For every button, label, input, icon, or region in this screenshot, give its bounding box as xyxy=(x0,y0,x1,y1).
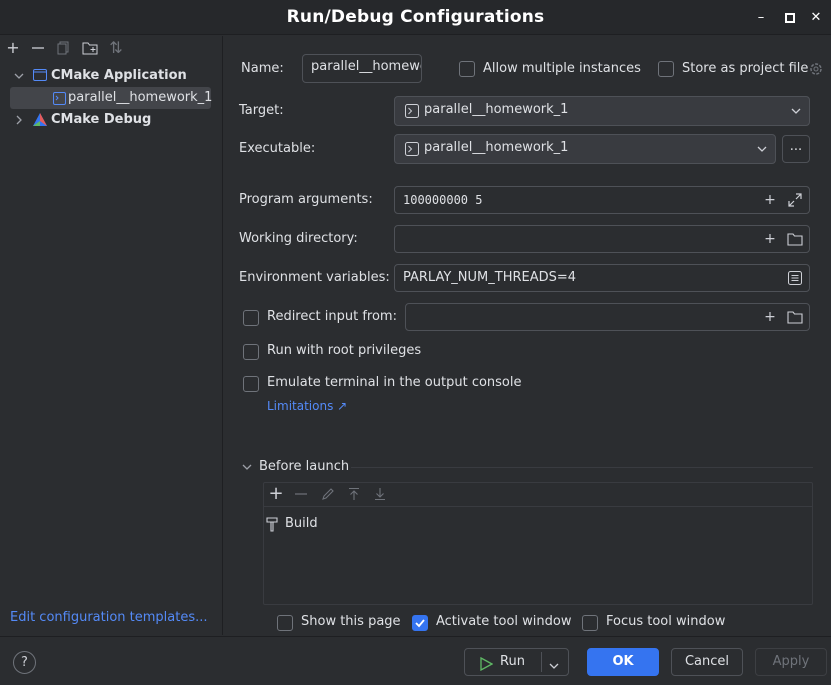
maximize-icon[interactable] xyxy=(780,8,800,28)
allow-multiple-checkbox[interactable] xyxy=(459,61,475,77)
run-label: Run xyxy=(500,654,525,669)
show-page-checkbox[interactable] xyxy=(277,615,293,631)
plus-icon[interactable]: + xyxy=(761,308,779,326)
chevron-down-icon[interactable] xyxy=(548,656,560,682)
executable-icon xyxy=(405,142,419,160)
emulate-terminal-label: Emulate terminal in the output console xyxy=(267,375,522,390)
executable-select[interactable]: parallel__homework_1 xyxy=(394,134,776,164)
executable-icon xyxy=(405,104,419,122)
program-args-value: 100000000 5 xyxy=(403,193,483,207)
hammer-icon xyxy=(266,516,280,536)
remove-config-icon[interactable] xyxy=(27,37,49,59)
minimize-icon[interactable]: – xyxy=(751,8,771,28)
redirect-label: Redirect input from: xyxy=(267,309,397,324)
activate-tool-checkbox[interactable] xyxy=(412,615,428,631)
store-project-label: Store as project file xyxy=(682,61,809,76)
window-title: Run/Debug Configurations xyxy=(286,7,545,27)
expand-icon[interactable] xyxy=(787,192,803,212)
program-args-field[interactable]: 100000000 5 + xyxy=(394,186,810,214)
move-up-icon[interactable] xyxy=(347,487,361,505)
working-dir-field[interactable]: + xyxy=(394,225,810,253)
show-page-label: Show this page xyxy=(301,614,401,629)
before-launch-item-build[interactable]: Build xyxy=(266,514,466,534)
root-priv-checkbox[interactable] xyxy=(243,344,259,360)
section-divider xyxy=(351,467,813,468)
emulate-terminal-checkbox[interactable] xyxy=(243,376,259,392)
close-icon[interactable]: ✕ xyxy=(806,8,826,28)
activate-tool-label: Activate tool window xyxy=(436,614,572,629)
run-button[interactable]: Run xyxy=(464,648,569,676)
focus-tool-checkbox[interactable] xyxy=(582,615,598,631)
help-button[interactable]: ? xyxy=(13,651,36,674)
name-field-value: parallel__homewo xyxy=(311,59,422,74)
focus-tool-label: Focus tool window xyxy=(606,614,726,629)
target-value: parallel__homework_1 xyxy=(424,102,569,117)
edit-list-icon[interactable] xyxy=(788,271,802,289)
executable-value: parallel__homework_1 xyxy=(424,140,569,155)
name-field[interactable]: parallel__homewo xyxy=(302,54,422,83)
name-label: Name: xyxy=(241,61,284,76)
chevron-down-icon[interactable] xyxy=(241,460,253,478)
env-field[interactable]: PARLAY_NUM_THREADS=4 xyxy=(394,264,810,292)
tree-item-label: CMake Debug xyxy=(51,112,152,127)
chevron-right-icon[interactable] xyxy=(13,109,25,131)
root-priv-label: Run with root privileges xyxy=(267,343,422,358)
redirect-field[interactable]: + xyxy=(405,303,810,331)
chevron-down-icon[interactable] xyxy=(13,65,25,87)
pencil-icon[interactable] xyxy=(321,487,335,505)
tree-item-cmake-application[interactable]: CMake Application xyxy=(0,65,222,87)
split-divider xyxy=(541,652,542,672)
before-launch-item-label: Build xyxy=(285,516,318,531)
executable-label: Executable: xyxy=(239,141,316,156)
apply-button[interactable]: Apply xyxy=(755,648,827,676)
target-select[interactable]: parallel__homework_1 xyxy=(394,96,810,126)
redirect-checkbox[interactable] xyxy=(243,310,259,326)
minus-icon[interactable] xyxy=(294,487,308,505)
folder-icon[interactable] xyxy=(787,232,803,250)
before-launch-heading[interactable]: Before launch xyxy=(259,457,349,477)
program-args-label: Program arguments: xyxy=(239,192,373,207)
tree-item-parallel-homework[interactable]: parallel__homework_1 xyxy=(10,87,213,109)
gear-icon[interactable] xyxy=(808,61,824,81)
working-dir-label: Working directory: xyxy=(239,231,358,246)
copy-config-icon[interactable] xyxy=(52,37,74,59)
move-down-icon[interactable] xyxy=(373,487,387,505)
play-icon xyxy=(479,655,494,681)
limitations-link[interactable]: Limitations ↗ xyxy=(267,396,347,416)
env-label: Environment variables: xyxy=(239,270,390,285)
chevron-down-icon xyxy=(791,105,801,121)
ok-button[interactable]: OK xyxy=(587,648,659,676)
target-label: Target: xyxy=(239,103,284,118)
browse-executable-button[interactable]: ... xyxy=(782,135,810,163)
edit-templates-link[interactable]: Edit configuration templates... xyxy=(10,608,208,628)
chevron-down-icon xyxy=(757,143,767,159)
cmake-debug-icon xyxy=(32,112,48,135)
plus-icon[interactable]: + xyxy=(761,191,779,209)
cancel-button[interactable]: Cancel xyxy=(671,648,743,676)
env-value: PARLAY_NUM_THREADS=4 xyxy=(403,270,577,285)
allow-multiple-label: Allow multiple instances xyxy=(483,61,641,76)
plus-icon[interactable]: + xyxy=(761,230,779,248)
sort-icon[interactable]: ⇅ xyxy=(105,37,127,59)
folder-icon[interactable] xyxy=(787,310,803,328)
store-project-checkbox[interactable] xyxy=(658,61,674,77)
tree-item-cmake-debug[interactable]: CMake Debug xyxy=(0,109,222,131)
new-folder-icon[interactable] xyxy=(79,37,101,59)
add-config-icon[interactable]: + xyxy=(2,37,24,59)
tree-item-label: parallel__homework_1 xyxy=(68,90,213,105)
tree-item-label: CMake Application xyxy=(51,68,187,83)
plus-icon[interactable]: + xyxy=(267,485,285,503)
